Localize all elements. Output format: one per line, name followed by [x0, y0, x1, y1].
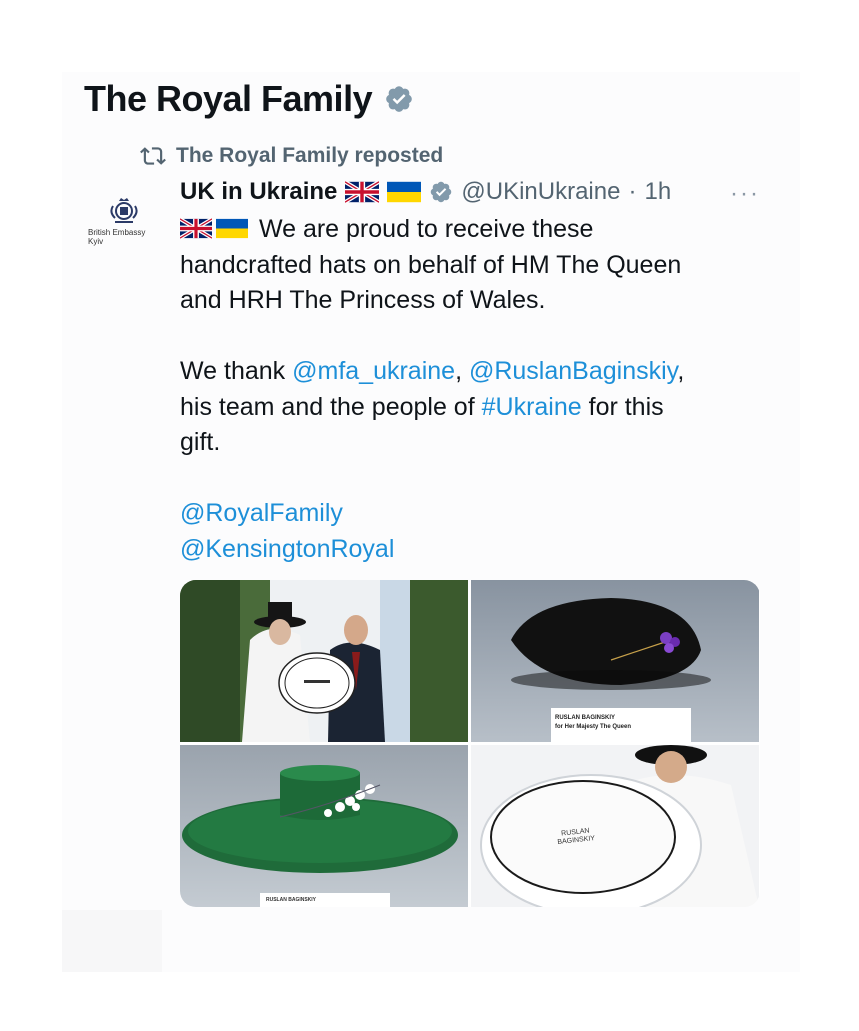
tweet-line: his team and the people of: [180, 392, 482, 421]
tweet-text: We are proud to receive these handcrafte…: [180, 212, 760, 567]
avatar[interactable]: British Embassy Kyiv: [88, 196, 160, 256]
profile-name[interactable]: The Royal Family: [84, 78, 373, 120]
tweet-header: UK in Ukraine @UKinUkraine · 1h ···: [180, 178, 760, 208]
verified-badge-icon[interactable]: [429, 180, 453, 204]
tweet-line: handcrafted hats on behalf of HM The Que…: [180, 250, 682, 279]
photo-black-hat[interactable]: RUSLAN BAGINSKIY for Her Majesty The Que…: [471, 580, 759, 742]
uk-flag-icon: [345, 181, 380, 203]
more-options-icon[interactable]: ···: [730, 180, 760, 208]
photo-label: RUSLAN BAGINSKIY: [266, 897, 317, 903]
separator-dot: ·: [628, 178, 637, 205]
tweet-line: We thank: [180, 357, 293, 385]
author-name[interactable]: UK in Ukraine: [180, 178, 337, 206]
blank-area: [62, 910, 162, 972]
avatar-label: British Embassy Kyiv: [88, 228, 146, 246]
photo-hatbox[interactable]: RUSLAN BAGINSKIY: [471, 745, 759, 907]
repost-indicator[interactable]: The Royal Family reposted: [140, 143, 443, 169]
tweet-line: gift.: [180, 428, 221, 456]
mention-kensington-royal[interactable]: @KensingtonRoyal: [180, 535, 394, 563]
photo-label: for Her Majesty The Queen: [555, 724, 632, 730]
timestamp[interactable]: 1h: [644, 178, 671, 206]
repost-icon: [140, 143, 166, 169]
ukraine-flag-icon: [387, 181, 422, 203]
mention-royal-family[interactable]: @RoyalFamily: [180, 499, 343, 527]
photo-green-hat[interactable]: RUSLAN BAGINSKIY: [180, 745, 468, 907]
hashtag-ukraine[interactable]: #Ukraine: [482, 393, 582, 421]
tweet-line: and HRH The Princess of Wales.: [180, 286, 546, 314]
royal-crest-icon: [107, 196, 141, 228]
tweet-line: We are proud to receive these: [258, 215, 594, 243]
mention-ruslan-baginskiy[interactable]: @RuslanBaginskiy: [469, 357, 677, 385]
author-handle[interactable]: @UKinUkraine: [461, 178, 620, 206]
uk-flag-icon: [180, 218, 212, 239]
profile-header: The Royal Family: [84, 78, 414, 120]
verified-badge-icon[interactable]: [384, 84, 414, 114]
photo-label: RUSLAN BAGINSKIY: [555, 715, 616, 721]
ukraine-flag-icon: [216, 218, 248, 239]
photo-presentation[interactable]: [180, 580, 468, 742]
repost-text: The Royal Family reposted: [176, 144, 444, 167]
media-grid: RUSLAN BAGINSKIY for Her Majesty The Que…: [180, 580, 760, 907]
mention-mfa-ukraine[interactable]: @mfa_ukraine: [292, 357, 455, 385]
